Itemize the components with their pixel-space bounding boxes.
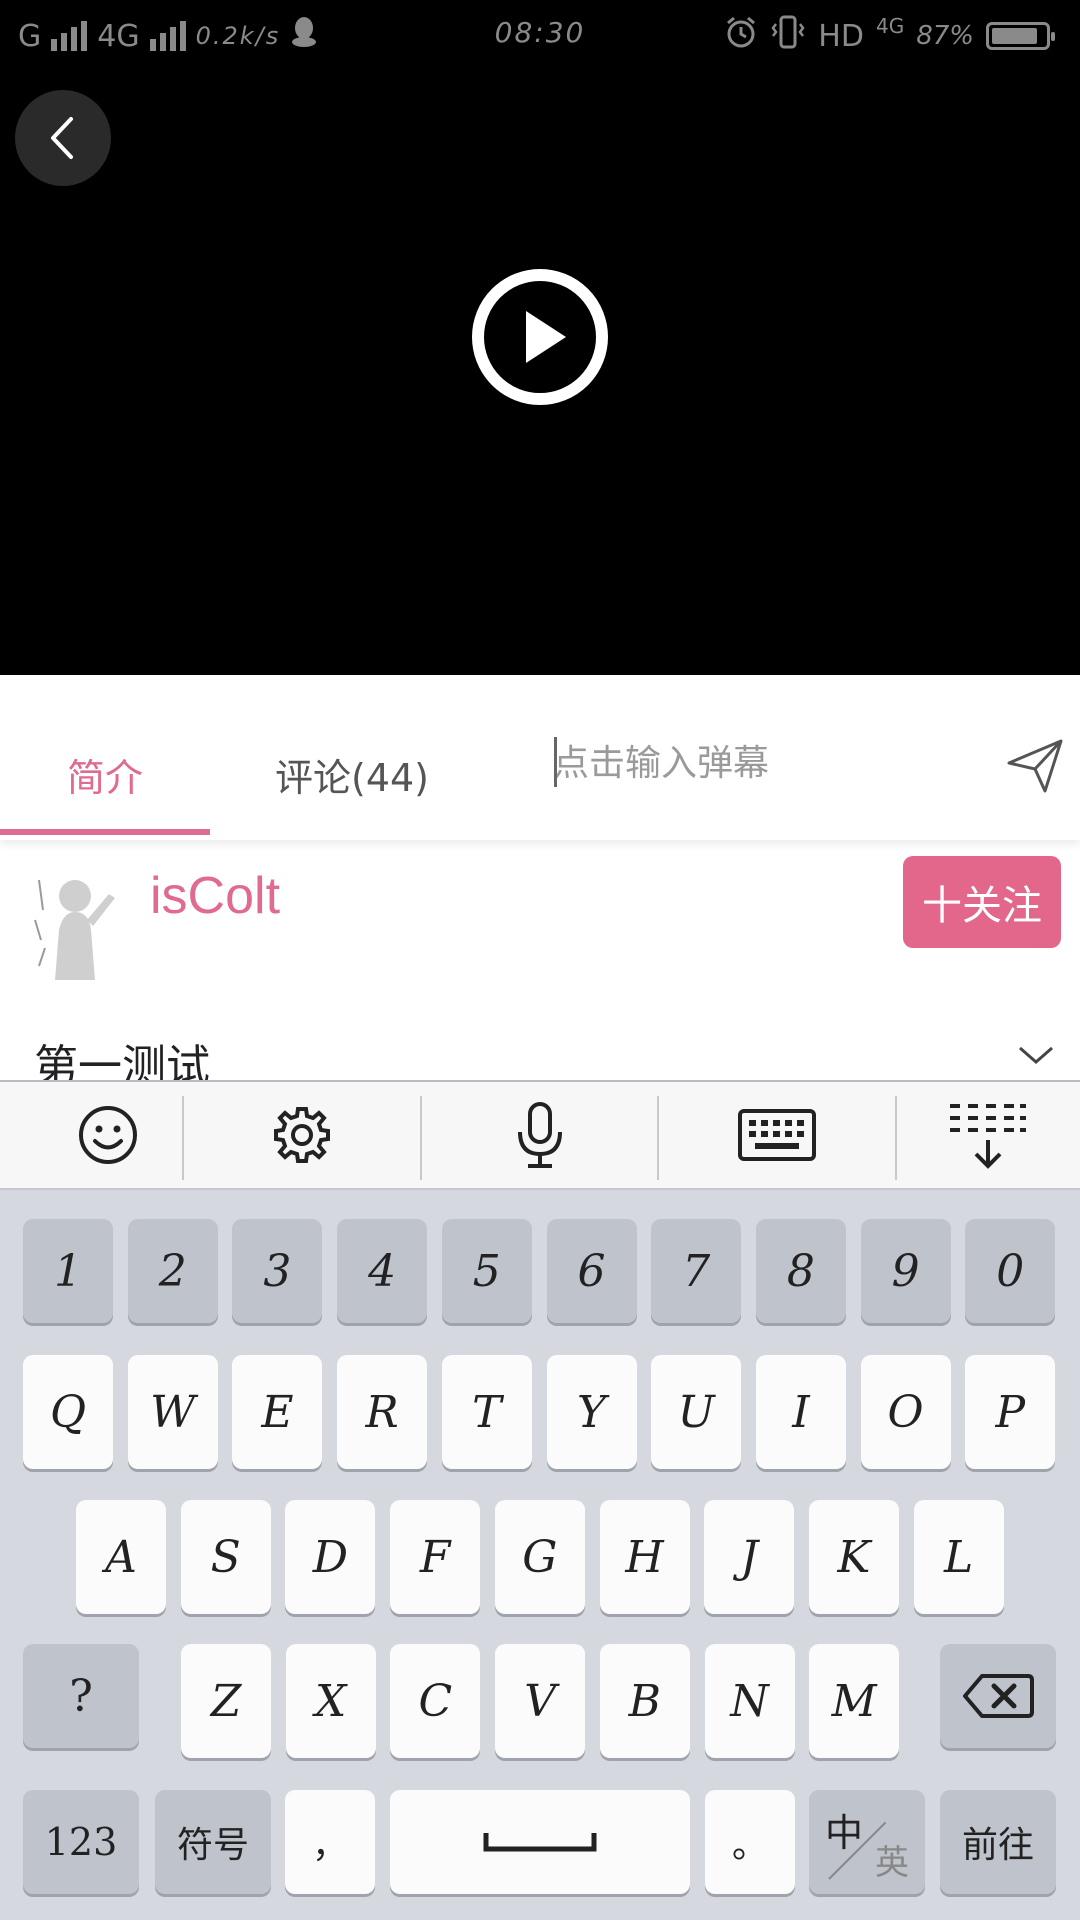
language-toggle: 中 英 — [809, 1790, 925, 1894]
key-0[interactable]: 0 — [965, 1219, 1056, 1323]
key-u[interactable]: U — [651, 1355, 742, 1469]
backspace-icon — [963, 1674, 1034, 1718]
key-l[interactable]: L — [913, 1500, 1004, 1614]
tab-bar: 简介 评论(44) — [0, 675, 1080, 840]
toolbar-divider — [420, 1096, 422, 1180]
comma-key[interactable]: ， — [285, 1790, 375, 1894]
alarm-icon — [724, 15, 758, 57]
key-9[interactable]: 9 — [860, 1219, 951, 1323]
key-b[interactable]: B — [599, 1644, 690, 1758]
keyboard-icon — [738, 1109, 816, 1161]
tab-comments[interactable]: 评论(44) — [275, 747, 429, 802]
key-m[interactable]: M — [809, 1644, 900, 1758]
status-right: HD 4G 87% — [724, 14, 1055, 58]
back-button[interactable] — [15, 90, 111, 186]
keyboard-toolbar — [0, 1082, 1080, 1190]
key-8[interactable]: 8 — [755, 1219, 846, 1323]
key-1[interactable]: 1 — [23, 1219, 113, 1323]
follow-button[interactable]: 十关注 — [903, 856, 1061, 948]
battery-fill — [992, 28, 1037, 44]
key-n[interactable]: N — [704, 1644, 795, 1758]
key-r[interactable]: R — [337, 1355, 428, 1469]
period-key[interactable]: 。 — [705, 1790, 795, 1894]
gear-icon — [274, 1107, 330, 1163]
key-f[interactable]: F — [390, 1500, 481, 1614]
question-key[interactable]: ? — [23, 1644, 139, 1748]
key-h[interactable]: H — [599, 1500, 690, 1614]
key-k[interactable]: K — [808, 1500, 899, 1614]
language-toggle-key[interactable]: 中 英 — [809, 1790, 925, 1894]
tab-intro[interactable]: 简介 — [0, 747, 210, 802]
send-icon — [1007, 739, 1063, 793]
key-j[interactable]: J — [704, 1500, 795, 1614]
hide-keyboard-button[interactable] — [880, 1082, 1080, 1188]
key-2[interactable]: 2 — [127, 1219, 218, 1323]
soft-keyboard: 1234567890 QWERTYUIOP ASDFGHJKL ZXCVBNM … — [0, 1080, 1080, 1920]
chevron-down-icon — [1019, 1046, 1053, 1064]
backspace-key[interactable] — [940, 1644, 1056, 1748]
key-p[interactable]: P — [965, 1355, 1056, 1469]
key-d[interactable]: D — [285, 1500, 376, 1614]
text-caret — [554, 737, 557, 787]
key-e[interactable]: E — [232, 1355, 323, 1469]
vibrate-icon — [770, 14, 806, 58]
video-title: 第一测试 — [34, 1041, 210, 1080]
numbers-key[interactable]: 123 — [23, 1790, 139, 1894]
key-7[interactable]: 7 — [651, 1219, 742, 1323]
key-w[interactable]: W — [127, 1355, 218, 1469]
key-o[interactable]: O — [860, 1355, 951, 1469]
key-3[interactable]: 3 — [232, 1219, 323, 1323]
collapse-keyboard-icon — [950, 1104, 1026, 1169]
key-z[interactable]: Z — [181, 1644, 271, 1758]
key-a[interactable]: A — [76, 1500, 166, 1614]
play-button[interactable] — [470, 267, 610, 407]
key-x[interactable]: X — [285, 1644, 376, 1758]
key-y[interactable]: Y — [546, 1355, 637, 1469]
toolbar-divider — [182, 1096, 184, 1180]
keyboard-switch-button[interactable] — [669, 1082, 885, 1188]
active-tab-indicator — [0, 829, 210, 835]
battery-percent: 87% — [916, 21, 974, 51]
avatar[interactable] — [25, 870, 125, 980]
toolbar-divider — [657, 1096, 659, 1180]
key-c[interactable]: C — [390, 1644, 481, 1758]
video-player[interactable]: G 4G 0.2k/s 08:30 HD 4G 87% — [0, 0, 1080, 675]
play-icon — [472, 269, 608, 405]
hd-label: HD — [818, 18, 864, 54]
expand-description-button[interactable] — [1016, 1040, 1056, 1070]
key-v[interactable]: V — [495, 1644, 586, 1758]
symbols-key[interactable]: 符号 — [155, 1790, 271, 1894]
battery-icon — [986, 22, 1055, 50]
key-5[interactable]: 5 — [441, 1219, 532, 1323]
settings-button[interactable] — [194, 1082, 410, 1188]
key-i[interactable]: I — [755, 1355, 846, 1469]
space-bar-icon — [483, 1833, 597, 1852]
status-bar: G 4G 0.2k/s 08:30 HD 4G 87% — [0, 0, 1080, 72]
chevron-left-icon — [51, 117, 73, 159]
microphone-icon — [518, 1102, 562, 1168]
voice-input-button[interactable] — [432, 1082, 648, 1188]
key-q[interactable]: Q — [23, 1355, 113, 1469]
key-g[interactable]: G — [494, 1500, 585, 1614]
author-name[interactable]: isColt — [150, 866, 280, 926]
author-row: isColt 十关注 — [0, 840, 1080, 990]
danmaku-input[interactable] — [553, 733, 973, 793]
send-button[interactable] — [1005, 735, 1065, 795]
go-key[interactable]: 前往 — [940, 1790, 1056, 1894]
emoji-icon — [79, 1106, 137, 1164]
key-t[interactable]: T — [441, 1355, 532, 1469]
key-4[interactable]: 4 — [337, 1219, 428, 1323]
key-s[interactable]: S — [180, 1500, 271, 1614]
space-key[interactable] — [390, 1790, 690, 1894]
network-label-4g-right: 4G — [875, 14, 905, 38]
lang-en-label: 英 — [875, 1843, 909, 1883]
key-6[interactable]: 6 — [546, 1219, 637, 1323]
